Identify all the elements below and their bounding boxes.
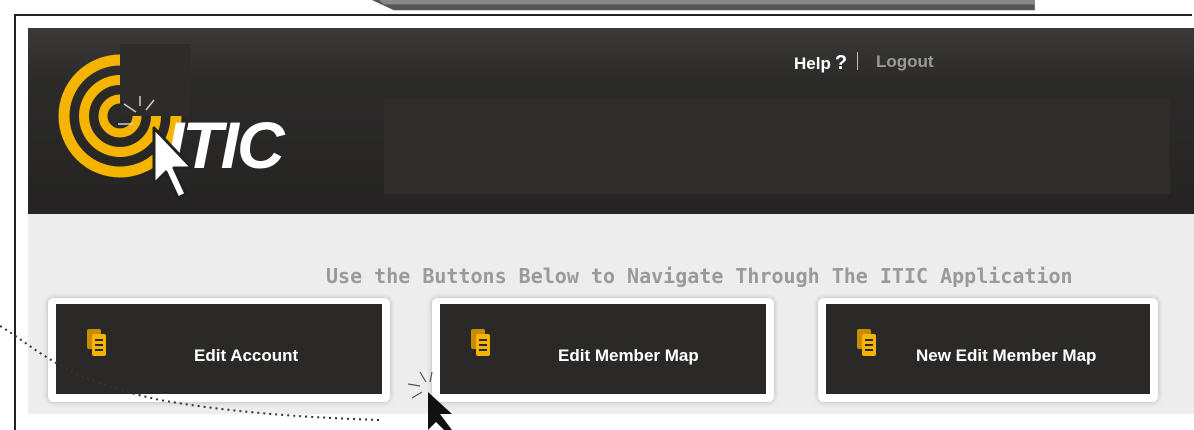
- help-question-icon: ?: [834, 52, 848, 74]
- app-header: ITIC Help? Logout: [28, 28, 1194, 214]
- nav-divider: [857, 52, 858, 70]
- document-icon: [857, 329, 876, 356]
- button-face: Edit Member Map: [440, 304, 766, 394]
- document-icon: [87, 329, 106, 356]
- help-label: Help: [794, 54, 831, 73]
- edit-member-map-button[interactable]: Edit Member Map: [432, 298, 774, 402]
- itic-logo[interactable]: ITIC: [54, 44, 285, 204]
- edit-account-button[interactable]: Edit Account: [48, 298, 390, 402]
- button-face: Edit Account: [56, 304, 382, 394]
- instruction-text: Use the Buttons Below to Navigate Throug…: [326, 264, 1073, 288]
- button-label: New Edit Member Map: [916, 346, 1097, 365]
- button-label: Edit Member Map: [558, 346, 699, 365]
- button-label: Edit Account: [194, 346, 299, 365]
- new-edit-member-map-button[interactable]: New Edit Member Map: [818, 298, 1158, 402]
- header-panel: [384, 98, 1170, 194]
- cursor-arrow-icon: [152, 126, 194, 200]
- logout-link[interactable]: Logout: [876, 52, 934, 72]
- help-link[interactable]: Help?: [794, 52, 847, 75]
- button-face: New Edit Member Map: [826, 304, 1150, 394]
- document-icon: [471, 329, 490, 356]
